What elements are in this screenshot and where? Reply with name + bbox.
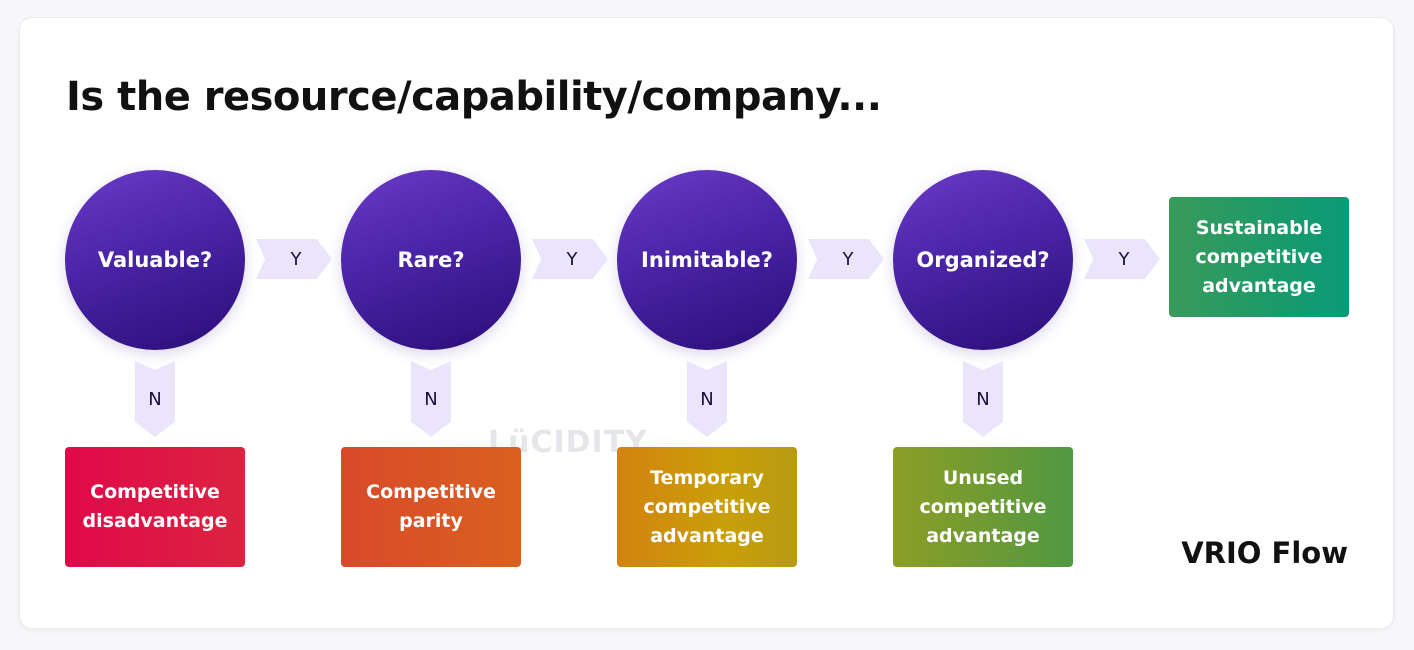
outcome-unused-advantage: Unused competitive advantage	[893, 447, 1073, 567]
outcome-sustainable-advantage: Sustainable competitive advantage	[1169, 197, 1349, 317]
question-organized: Organized?	[893, 170, 1073, 350]
outcome-competitive-disadvantage: Competitive disadvantage	[65, 447, 245, 567]
no-connector-1: N	[135, 361, 175, 437]
no-connector-3: N	[687, 361, 727, 437]
outcome-competitive-parity: Competitive parity	[341, 447, 521, 567]
no-connector-2: N	[411, 361, 451, 437]
question-valuable: Valuable?	[65, 170, 245, 350]
diagram-subtitle: VRIO Flow	[1181, 536, 1348, 570]
question-rare: Rare?	[341, 170, 521, 350]
yes-connector-4: Y	[1084, 239, 1160, 279]
diagram-title: Is the resource/capability/company...	[66, 74, 882, 120]
outcome-temporary-advantage: Temporary competitive advantage	[617, 447, 797, 567]
yes-connector-1: Y	[256, 239, 332, 279]
yes-connector-3: Y	[808, 239, 884, 279]
yes-connector-2: Y	[532, 239, 608, 279]
question-inimitable: Inimitable?	[617, 170, 797, 350]
no-connector-4: N	[963, 361, 1003, 437]
